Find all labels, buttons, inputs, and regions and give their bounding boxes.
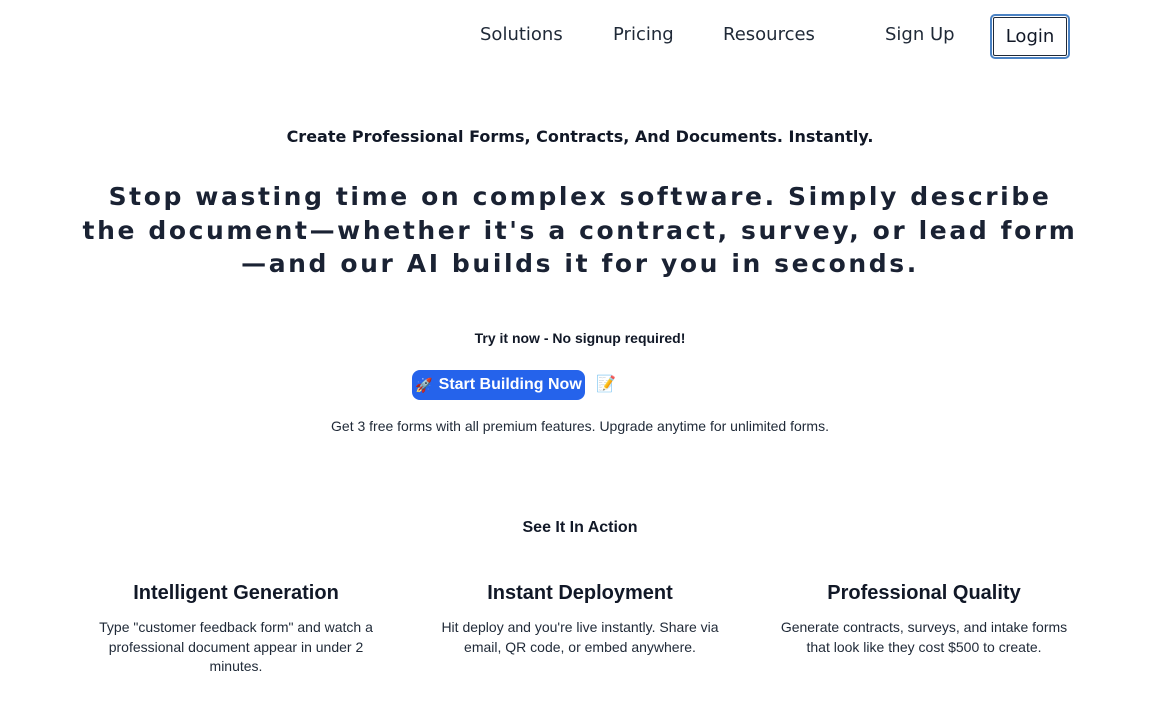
feature-description: Hit deploy and you're live instantly. Sh…	[441, 619, 719, 655]
feature-instant-deployment: Instant Deployment Hit deploy and you're…	[436, 580, 724, 657]
start-building-label: Start Building Now	[438, 376, 582, 393]
nav-pricing-link[interactable]: Pricing	[613, 24, 674, 46]
feature-intelligent-generation: Intelligent Generation Type "customer fe…	[92, 580, 380, 677]
feature-professional-quality: Professional Quality Generate contracts,…	[780, 580, 1068, 657]
feature-title: Intelligent Generation	[133, 582, 339, 604]
top-navigation: Solutions Pricing Resources Sign Up Logi…	[0, 0, 1160, 72]
hero-eyebrow: Create Professional Forms, Contracts, An…	[286, 127, 874, 146]
feature-description: Type "customer feedback form" and watch …	[99, 619, 373, 674]
start-building-button[interactable]: 🚀 Start Building Now	[412, 370, 585, 400]
nav-solutions-link[interactable]: Solutions	[480, 24, 563, 46]
nav-resources-link[interactable]: Resources	[723, 24, 815, 46]
rocket-icon: 🚀	[415, 376, 433, 393]
login-button[interactable]: Login	[990, 14, 1070, 59]
memo-icon: 📝	[596, 374, 616, 393]
feature-title: Professional Quality	[827, 582, 1021, 604]
landing-page: Solutions Pricing Resources Sign Up Logi…	[0, 0, 1160, 720]
nav-signup-link[interactable]: Sign Up	[885, 24, 955, 46]
feature-description: Generate contracts, surveys, and intake …	[780, 619, 1068, 655]
feature-title: Instant Deployment	[487, 582, 673, 604]
hero-headline: Stop wasting time on complex software. S…	[82, 182, 1078, 278]
free-forms-note: Get 3 free forms with all premium featur…	[331, 418, 829, 434]
try-it-label: Try it now - No signup required!	[474, 330, 686, 346]
see-it-in-action-title: See It In Action	[522, 519, 638, 536]
